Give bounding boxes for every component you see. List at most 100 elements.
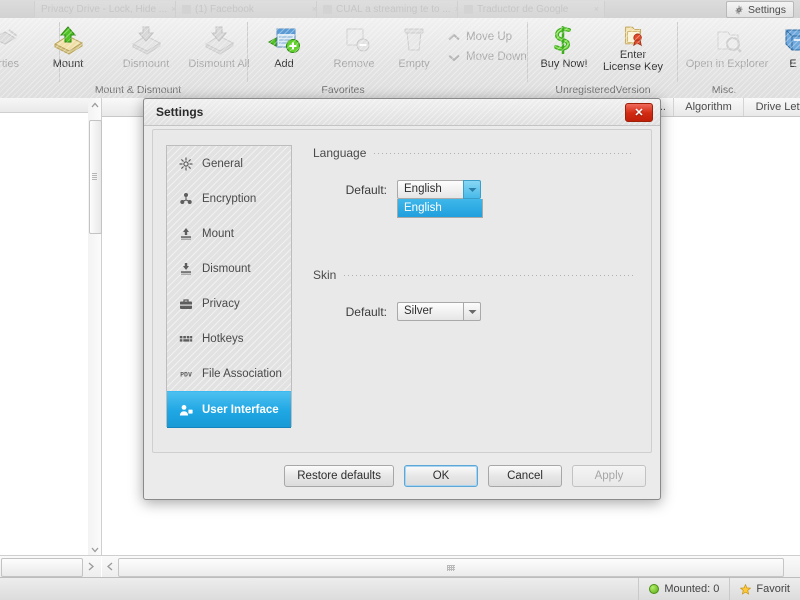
sidebar-item-file-association[interactable]: PDV File Association (167, 356, 291, 391)
chevron-down-icon (468, 309, 476, 314)
favicon-icon (323, 5, 332, 14)
column-header-algorithm[interactable]: Algorithm (674, 98, 744, 116)
sidebar-item-label: Dismount (202, 262, 251, 275)
language-dropdown-list[interactable]: English (397, 199, 483, 218)
status-favorites: Favorit (729, 578, 800, 600)
skin-section: Skin Default: Silver (313, 268, 633, 321)
svg-text:PDV: PDV (180, 370, 192, 378)
empty-button: Empty (378, 22, 450, 80)
restore-defaults-button[interactable]: Restore defaults (284, 465, 394, 487)
settings-dialog: Settings ✕ General Encryption Mount Dism… (143, 98, 661, 500)
explorer-icon (717, 31, 742, 53)
chevron-down-icon (468, 187, 476, 192)
sidebar-item-label: User Interface (202, 403, 279, 416)
briefcase-icon (180, 298, 192, 309)
skin-combobox[interactable]: Silver (397, 302, 481, 321)
right-hscroll-thumb[interactable] (118, 558, 784, 577)
language-section: Language Default: English English (313, 146, 633, 218)
gear-icon (179, 157, 193, 170)
close-button[interactable]: ✕ (625, 103, 653, 122)
scroll-up-arrow[interactable] (88, 98, 101, 111)
skin-combobox-arrow[interactable] (463, 302, 481, 321)
ghost-tab[interactable]: (1) Facebook × (175, 1, 323, 18)
dismount-button: Dismount (110, 22, 182, 80)
sidebar-item-general[interactable]: General (167, 146, 291, 181)
star-icon (740, 583, 752, 595)
language-option[interactable]: English (398, 199, 482, 217)
left-pane-header (0, 98, 88, 113)
ghost-tab-label: Privacy Drive - Lock, Hide ... (41, 4, 168, 15)
exit-button[interactable]: E (776, 22, 800, 80)
ghost-tab[interactable]: Privacy Drive - Lock, Hide ... × (34, 1, 182, 18)
empty-label: Empty (398, 58, 430, 70)
dismount-label: Dismount (122, 58, 170, 70)
language-combobox[interactable]: English English (397, 180, 483, 218)
section-divider (344, 274, 633, 276)
left-hscroll-right-arrow[interactable] (83, 558, 99, 575)
ok-button[interactable]: OK (404, 465, 478, 487)
open-in-explorer-button: Open in Explorer (678, 22, 776, 80)
sidebar-item-privacy[interactable]: Privacy (167, 286, 291, 321)
dismount-icon (131, 26, 162, 55)
left-horizontal-scrollbar[interactable] (0, 555, 101, 578)
cancel-button[interactable]: Cancel (488, 465, 562, 487)
sidebar-item-encryption[interactable]: Encryption (167, 181, 291, 216)
empty-icon (404, 28, 424, 51)
green-dot-icon (649, 584, 660, 594)
apply-button: Apply (572, 465, 646, 487)
ribbon-group-mount-dismount: Mount Dismount Dismount All Mount & Dism… (28, 18, 250, 98)
vertical-scrollbar-thumb[interactable] (89, 120, 102, 234)
enter-license-key-button[interactable]: Enter License Key (590, 22, 676, 80)
gear-icon (735, 5, 743, 14)
ghost-tab[interactable]: CUAL a streaming te to ... × (316, 1, 464, 18)
dialog-body: General Encryption Mount Dismount Privac… (152, 129, 652, 453)
move-up-label: Move Up (466, 31, 513, 43)
ribbon-group-misc: Open in Explorer E Misc. (678, 18, 800, 98)
add-label: Add (274, 58, 294, 70)
skin-default-label: Default: (345, 304, 387, 319)
dismount-icon (181, 262, 191, 275)
dialog-title-bar[interactable] (144, 99, 660, 126)
sidebar-item-dismount[interactable]: Dismount (167, 251, 291, 286)
chevron-left-icon (107, 562, 113, 571)
sidebar-item-label: Privacy (202, 297, 240, 310)
skin-combobox-value[interactable]: Silver (397, 302, 463, 321)
ribbon-group-caption: Favorites (321, 84, 365, 96)
ribbon-group-unregistered: Buy Now! Enter License Key UnregisteredV… (528, 18, 678, 98)
add-button[interactable]: Add (248, 22, 320, 80)
sidebar-item-hotkeys[interactable]: Hotkeys (167, 321, 291, 356)
close-icon[interactable]: × (594, 1, 599, 18)
chevron-up-icon (91, 102, 98, 107)
ribbon-group-caption: Mount & Dismount (94, 84, 182, 96)
right-hscroll-left-arrow[interactable] (102, 558, 118, 575)
license-key-icon (624, 26, 643, 47)
exit-label: E (789, 58, 797, 70)
status-favorites-label: Favorit (756, 583, 790, 595)
dismount-all-button: Dismount All (183, 22, 255, 80)
settings-nav-list: General Encryption Mount Dismount Privac… (166, 145, 292, 428)
remove-icon (346, 28, 370, 52)
sidebar-item-mount[interactable]: Mount (167, 216, 291, 251)
status-mounted: Mounted: 0 (638, 578, 729, 600)
column-header-drive-letter[interactable]: Drive Letter (744, 98, 800, 116)
left-hscroll-thumb[interactable] (1, 558, 83, 577)
vertical-scrollbar[interactable] (88, 98, 102, 556)
ribbon-group-caption: Misc. (711, 84, 737, 96)
ghost-tab[interactable]: Traductor de Google × (457, 1, 605, 18)
right-horizontal-scrollbar[interactable] (102, 555, 800, 578)
status-bar: Mounted: 0 Favorit (0, 577, 800, 600)
properties-icon (0, 29, 18, 45)
language-combobox-value[interactable]: English (397, 180, 463, 199)
mount-button[interactable]: Mount (32, 22, 104, 80)
ghost-tab-label: CUAL a streaming te to ... (336, 4, 451, 15)
settings-button[interactable]: Settings (726, 1, 794, 18)
language-combobox-arrow[interactable] (463, 180, 481, 199)
scrollbar-grip-icon (447, 564, 455, 571)
open-in-explorer-label: Open in Explorer (685, 58, 769, 70)
favicon-icon (182, 5, 191, 14)
language-section-title: Language (313, 146, 367, 160)
section-divider (374, 152, 633, 154)
sidebar-item-user-interface[interactable]: User Interface (167, 391, 291, 428)
skin-section-header: Skin (313, 268, 633, 282)
buy-now-label: Buy Now! (540, 58, 588, 70)
